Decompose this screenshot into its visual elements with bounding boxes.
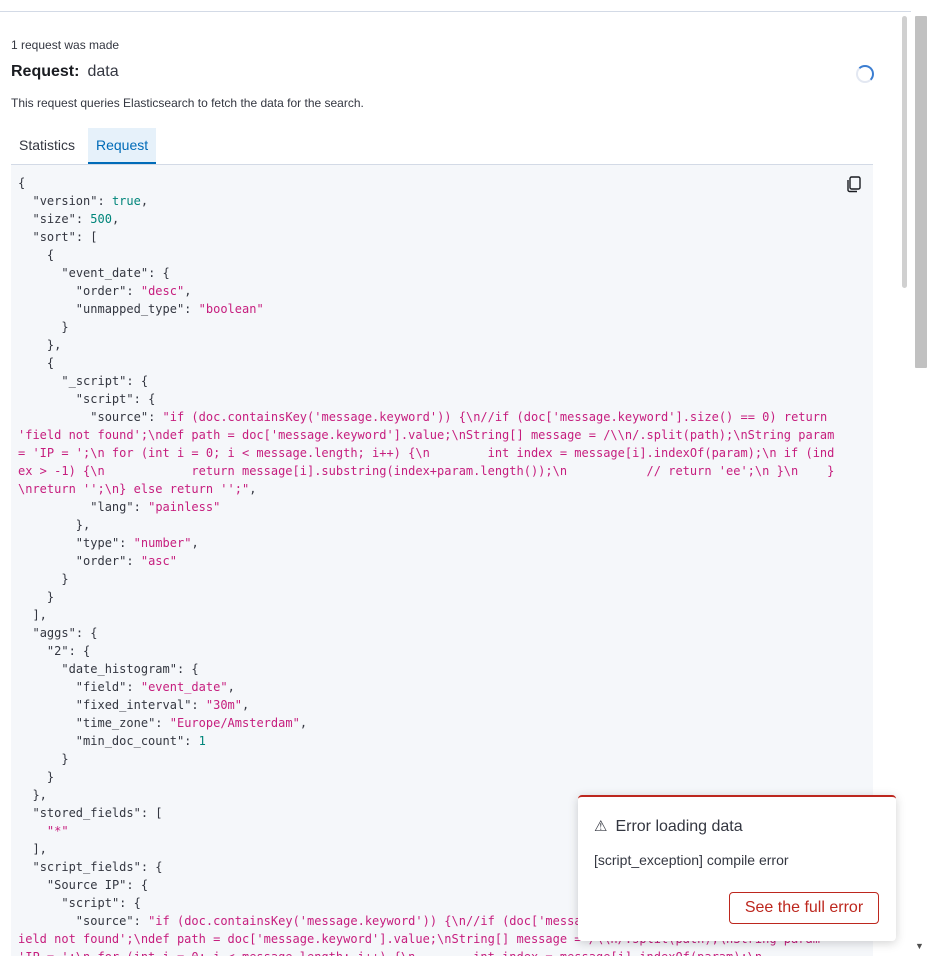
inspector-tabs: Statistics Request [11, 128, 873, 165]
toast-title: Error loading data [615, 818, 743, 835]
json-value: * [54, 824, 62, 838]
json-value: boolean [205, 302, 257, 316]
json-key: order [83, 284, 120, 298]
json-key: time_zone [83, 716, 149, 730]
json-key: version [39, 194, 91, 208]
loading-spinner-icon [856, 65, 874, 83]
json-value: Europe/Amsterdam [176, 716, 293, 730]
code-scrollbar-thumb[interactable] [902, 16, 907, 288]
json-key: _script [68, 374, 120, 388]
warning-icon: ⚠ [594, 818, 608, 835]
json-value: true [111, 194, 141, 208]
json-value: 500 [90, 212, 112, 226]
request-label: Request: [11, 63, 80, 80]
json-key: unmapped_type [83, 302, 177, 316]
json-key: Source IP [54, 878, 120, 892]
json-key: order [83, 554, 120, 568]
json-key: field [83, 680, 120, 694]
request-name: data [87, 63, 119, 80]
request-title: Request: data [11, 63, 119, 81]
json-key: script_fields [39, 860, 134, 874]
json-key: stored_fields [39, 806, 134, 820]
json-key: date_histogram [68, 662, 170, 676]
json-value: asc [148, 554, 170, 568]
tab-request[interactable]: Request [88, 128, 157, 164]
error-toast: ⚠ Error loading data [script_exception] c… [578, 795, 896, 941]
json-key: min_doc_count [83, 734, 177, 748]
toast-header: ⚠ Error loading data [594, 817, 743, 836]
page-scrollbar-thumb[interactable] [915, 16, 927, 368]
json-value: desc [148, 284, 177, 298]
scroll-down-arrow-icon[interactable]: ▼ [915, 941, 924, 951]
json-key: fixed_interval [83, 698, 185, 712]
json-key: lang [97, 500, 127, 514]
json-value: 30m [213, 698, 235, 712]
json-key: script [68, 896, 112, 910]
json-key: source [83, 914, 127, 928]
json-key: 2 [54, 644, 62, 658]
json-key: type [83, 536, 112, 550]
tab-statistics[interactable]: Statistics [11, 128, 83, 163]
request-description: This request queries Elasticsearch to fe… [11, 96, 364, 110]
json-key: aggs [39, 626, 69, 640]
json-value: number [140, 536, 185, 550]
json-value: painless [155, 500, 214, 514]
json-value: "if (doc.containsKey('message.keyword'))… [18, 410, 842, 496]
json-key: source [97, 410, 141, 424]
json-value: 1 [198, 734, 206, 748]
json-value: event_date [148, 680, 221, 694]
toast-message: [script_exception] compile error [594, 852, 789, 868]
copy-icon[interactable] [845, 175, 863, 193]
json-key: script [83, 392, 127, 406]
json-key: event_date [68, 266, 141, 280]
request-count: 1 request was made [11, 38, 120, 52]
see-full-error-button[interactable]: See the full error [729, 892, 879, 924]
top-divider [0, 11, 911, 12]
json-key: sort [39, 230, 69, 244]
json-key: size [39, 212, 69, 226]
